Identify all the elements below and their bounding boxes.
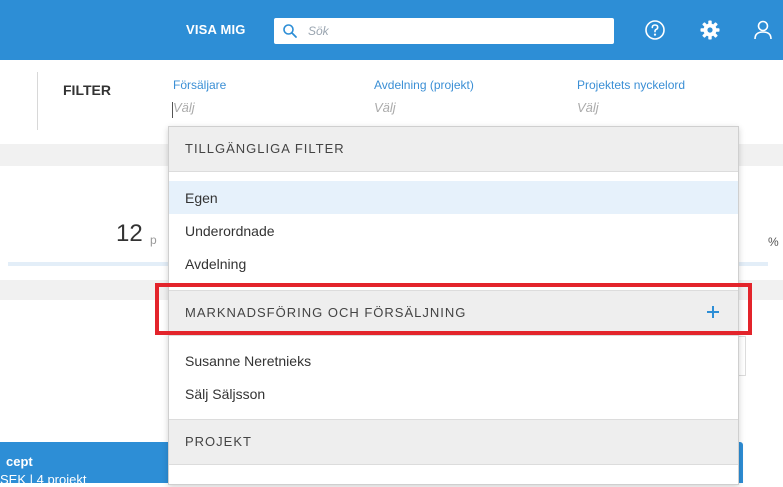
- percent-label: %: [768, 235, 779, 249]
- project-count: 12: [116, 220, 143, 247]
- field-label: Projektets nyckelord: [577, 78, 686, 92]
- visa-mig-button[interactable]: VISA MIG: [186, 22, 246, 37]
- project-count-suffix: p: [150, 233, 157, 247]
- filter-label: FILTER: [63, 82, 111, 98]
- field-label: Avdelning (projekt): [374, 78, 474, 92]
- option-underordnade[interactable]: Underordnade: [169, 214, 738, 247]
- search-input[interactable]: [308, 18, 608, 44]
- top-bar: VISA MIG: [0, 0, 783, 60]
- filter-field-avdelning[interactable]: Avdelning (projekt) Välj: [374, 78, 474, 115]
- user-icon[interactable]: [751, 18, 775, 42]
- section-header-projekt: PROJEKT: [169, 419, 738, 465]
- option-salj-saljsson[interactable]: Sälj Säljsson: [169, 377, 738, 410]
- project-card-title: cept: [6, 454, 33, 469]
- section-title: PROJEKT: [185, 434, 252, 449]
- option-label: Underordnade: [185, 223, 275, 239]
- option-label: Avdelning: [185, 256, 247, 272]
- option-egen[interactable]: Egen: [169, 181, 738, 214]
- field-placeholder[interactable]: Välj: [577, 100, 685, 115]
- text-cursor: [172, 102, 173, 118]
- help-icon[interactable]: [643, 18, 667, 42]
- field-placeholder[interactable]: Välj: [374, 100, 474, 115]
- project-card-subtitle: SEK | 4 projekt: [0, 472, 87, 487]
- option-label: Egen: [185, 190, 218, 206]
- field-label: Försäljare: [173, 78, 227, 92]
- search-box[interactable]: [274, 18, 614, 44]
- filter-field-forsaljare[interactable]: Försäljare Välj: [172, 78, 227, 118]
- option-avdelning[interactable]: Avdelning: [169, 247, 738, 280]
- highlight-box: [155, 283, 752, 335]
- field-placeholder[interactable]: Välj: [173, 100, 226, 115]
- option-label: Susanne Neretnieks: [185, 353, 312, 369]
- option-label: Sälj Säljsson: [185, 386, 266, 402]
- gear-icon[interactable]: [698, 18, 722, 42]
- section-title: TILLGÄNGLIGA FILTER: [185, 141, 345, 156]
- option-susanne-neretnieks[interactable]: Susanne Neretnieks: [169, 344, 738, 377]
- divider: [37, 72, 38, 130]
- filter-field-nyckelord[interactable]: Projektets nyckelord Välj: [577, 78, 685, 115]
- search-icon: [283, 24, 297, 38]
- section-header-tillgangliga-filter: TILLGÄNGLIGA FILTER: [169, 127, 738, 172]
